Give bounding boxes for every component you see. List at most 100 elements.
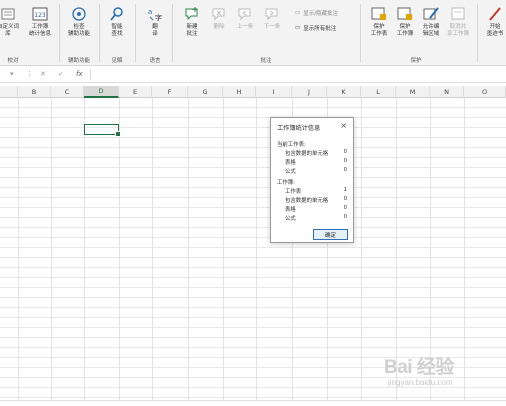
translate-label-2: 译	[152, 30, 158, 37]
select-all-corner[interactable]	[0, 86, 18, 98]
next-label: 下一条	[263, 24, 281, 30]
svg-text:a: a	[148, 8, 152, 16]
group-label-protect: 保护	[410, 58, 422, 64]
watermark-url: jingyan.baidu.com	[388, 378, 453, 387]
allow-edit-ranges-button[interactable]: 允许编 辑区域	[419, 5, 443, 37]
grid-line	[256, 98, 257, 400]
sheet-bottom-edge	[0, 400, 506, 406]
column-header[interactable]: K	[327, 86, 361, 98]
stat-label: 包含数据的单元格	[285, 151, 329, 157]
smart-lookup-label-2: 查找	[111, 30, 123, 37]
show-hide-comment-icon: ▭	[295, 10, 301, 16]
formula-input[interactable]	[90, 69, 504, 80]
column-header[interactable]: M	[396, 86, 430, 98]
next-comment-button[interactable]: 下一条	[260, 5, 284, 31]
column-header[interactable]: H	[223, 86, 256, 98]
protect-sheet-label-2: 工作表	[370, 30, 388, 37]
check-accessibility-button[interactable]: 检查 辅助功能	[66, 5, 92, 37]
group-label-language: 语言	[149, 58, 161, 64]
stat-label: 公式	[285, 216, 296, 222]
allow-edit-label-2: 辑区域	[422, 30, 440, 37]
group-separator	[99, 4, 100, 62]
previous-comment-button[interactable]: 上一条	[233, 5, 257, 31]
svg-text:字: 字	[155, 13, 162, 22]
show-hide-comment-label: 显示/隐藏批注	[303, 11, 339, 17]
dictionary-icon	[0, 5, 17, 22]
delete-comment-icon	[211, 5, 228, 22]
name-box-dropdown-icon[interactable]: ▾	[10, 70, 14, 78]
protect-workbook-button[interactable]: 保护 工作簿	[393, 5, 417, 37]
new-comment-button[interactable]: 新建 批注	[180, 5, 204, 37]
insert-function-icon[interactable]: fx	[76, 70, 83, 78]
protect-sheet-button[interactable]: 保护 工作表	[367, 5, 391, 37]
previous-label: 上一条	[236, 24, 254, 30]
unshare-workbook-icon	[450, 5, 467, 22]
stat-value: 0	[343, 196, 347, 202]
translate-icon: a字	[147, 5, 164, 22]
grid-line	[223, 98, 224, 400]
group-label-accessibility: 辅助功能	[67, 58, 91, 64]
grid-line	[84, 98, 85, 400]
grid-line	[119, 98, 120, 400]
formula-bar: ▾ ⋮ ✕ ✓ fx	[0, 67, 506, 83]
enter-icon[interactable]: ✓	[58, 70, 64, 78]
group-label-comments: 批注	[260, 58, 272, 64]
group-separator	[172, 4, 173, 62]
workbook-statistics-dialog: 工作簿统计信息 × 当前工作表: 包含数据的单元格 0 表格 0 公式 0 工作…	[270, 117, 354, 243]
column-header-selected[interactable]: D	[84, 86, 119, 98]
column-header[interactable]: C	[51, 86, 84, 98]
column-header[interactable]: G	[188, 86, 223, 98]
stat-value: 0	[343, 158, 347, 164]
column-header[interactable]: E	[119, 86, 152, 98]
custom-dict-button[interactable]: 自定义词库	[0, 5, 20, 37]
smart-lookup-button[interactable]: 智能 查找	[106, 5, 128, 37]
unshare-label-2: 享工作簿	[446, 30, 469, 37]
stat-label: 工作表	[285, 189, 302, 195]
watermark-logo: Bai 经验	[384, 357, 454, 378]
stat-value: 0	[343, 214, 347, 220]
grid-line	[51, 98, 52, 400]
group-separator	[477, 4, 478, 62]
protect-workbook-icon	[397, 5, 414, 22]
stat-value: 1	[343, 187, 347, 193]
show-all-comments-option[interactable]: ▭ 显示所有批注	[295, 24, 336, 32]
cancel-icon[interactable]: ✕	[40, 70, 46, 78]
column-header[interactable]: L	[361, 86, 396, 98]
translate-button[interactable]: a字 翻 译	[144, 5, 166, 37]
column-header[interactable]: N	[430, 86, 464, 98]
workbook-stats-button[interactable]: 123 工作簿 统计信息	[27, 5, 53, 37]
custom-dict-label: 自定义词库	[0, 24, 19, 37]
delete-label: 删除	[213, 24, 225, 30]
protect-workbook-label-2: 工作簿	[396, 30, 414, 37]
grid-line	[361, 98, 362, 400]
pen-icon	[487, 5, 504, 22]
stat-label: 包含数据的单元格	[285, 198, 329, 204]
svg-text:123: 123	[34, 12, 46, 19]
stat-label: 表格	[285, 160, 296, 166]
stat-value: 0	[343, 167, 347, 173]
column-header[interactable]: O	[464, 86, 506, 98]
workbook-heading: 工作簿:	[277, 180, 295, 186]
column-header[interactable]: B	[18, 86, 51, 98]
column-header[interactable]: I	[256, 86, 292, 98]
group-label-insights: 见解	[111, 58, 123, 64]
show-hide-comment-option[interactable]: ▭ 显示/隐藏批注	[295, 9, 338, 17]
column-header[interactable]: F	[152, 86, 188, 98]
group-label-proofing: 校对	[7, 58, 19, 64]
new-comment-icon	[184, 5, 201, 22]
close-icon[interactable]: ×	[340, 121, 347, 130]
baidu-jingyan-watermark: Bai 经验 jingyan.baidu.com	[384, 350, 496, 396]
column-header[interactable]: J	[292, 86, 327, 98]
ok-button[interactable]: 确定	[313, 229, 348, 240]
workbook-stats-label-2: 统计信息	[28, 30, 51, 37]
group-separator	[135, 4, 136, 62]
show-all-comments-label: 显示所有批注	[303, 26, 337, 32]
search-icon	[109, 5, 126, 22]
delete-comment-button[interactable]: 删除	[207, 5, 231, 31]
new-comment-label-2: 批注	[186, 30, 198, 37]
active-cell-d[interactable]	[84, 124, 121, 137]
allow-edit-icon	[423, 5, 440, 22]
unshare-workbook-button[interactable]: 取消共 享工作簿	[445, 5, 471, 37]
start-inking-button[interactable]: 开始 墨迹书	[482, 5, 506, 37]
ribbon: 自定义词库 123 工作簿 统计信息 校对 检查 辅助功能 辅助功能 智能 查找…	[0, 0, 506, 66]
